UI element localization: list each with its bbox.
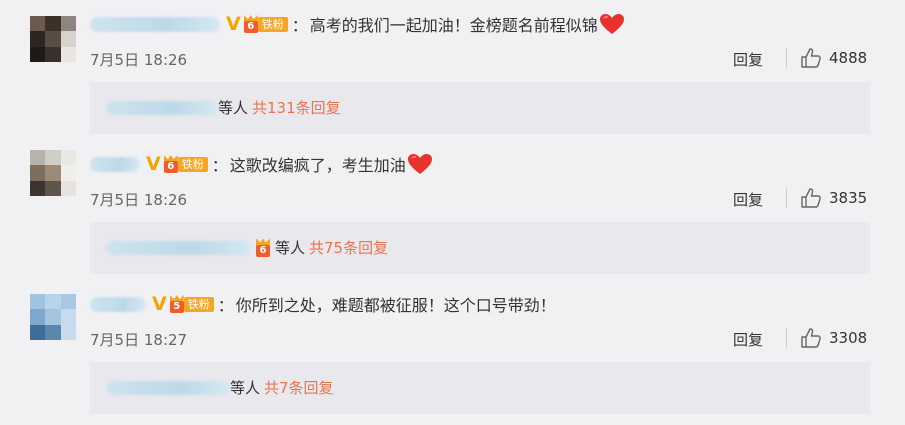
fan-badge[interactable]: 6 铁粉: [243, 15, 288, 33]
more-replies-link[interactable]: 共75条回复: [309, 237, 388, 258]
like-count: 4888: [829, 49, 868, 67]
fan-badge[interactable]: 5 铁粉: [169, 295, 214, 313]
comment-time: 7月5日 18:26: [90, 51, 188, 69]
reply-button[interactable]: 回复: [733, 49, 763, 70]
comment-item: V 6 铁粉 ： 这歌改编疯了，考生加油 7月5日 18:26 回复 3835 …: [0, 140, 905, 280]
more-replies-link[interactable]: 共131条回复: [252, 97, 341, 118]
crown-icon: 6: [163, 155, 179, 173]
reply-suffix: 等人: [218, 99, 249, 117]
heart-icon: [407, 154, 432, 174]
vip-v-icon: V: [226, 13, 241, 35]
divider: [786, 328, 787, 348]
divider: [786, 48, 787, 68]
fan-badge-label: 铁粉: [183, 296, 214, 312]
thumbs-up-icon: [801, 188, 821, 208]
reply-users-blurred: [106, 240, 251, 255]
heart-icon: [599, 14, 624, 34]
comment-text: 你所到之处，难题都被征服！这个口号带劲！: [235, 296, 556, 315]
comment-header: V 5 铁粉 ： 你所到之处，难题都被征服！这个口号带劲！: [90, 292, 556, 316]
fan-badge-label: 铁粉: [257, 16, 288, 32]
avatar[interactable]: [30, 150, 76, 196]
comment-item: V 6 铁粉 ： 高考的我们一起加油！金榜题名前程似锦 7月5日 18:26 回…: [0, 0, 905, 140]
like-count: 3308: [829, 329, 868, 347]
comment-time: 7月5日 18:27: [90, 331, 188, 349]
reply-preview[interactable]: 6 等人 共75条回复: [90, 222, 870, 274]
like-button[interactable]: 4888: [800, 47, 867, 69]
comment-header: V 6 铁粉 ： 这歌改编疯了，考生加油: [90, 152, 433, 176]
divider: [786, 188, 787, 208]
avatar[interactable]: [30, 294, 76, 340]
like-count: 3835: [829, 189, 868, 207]
vip-v-icon: V: [152, 293, 167, 315]
reply-suffix: 等人: [275, 239, 306, 257]
comment-item: V 5 铁粉 ： 你所到之处，难题都被征服！这个口号带劲！ 7月5日 18:27…: [0, 280, 905, 420]
fan-badge-label: 铁粉: [177, 156, 208, 172]
comment-time: 7月5日 18:26: [90, 191, 188, 209]
crown-icon: 5: [169, 295, 185, 313]
username-blurred[interactable]: [90, 156, 140, 172]
comment-text: 这歌改编疯了，考生加油: [229, 156, 406, 175]
fan-badge[interactable]: 6 铁粉: [163, 155, 208, 173]
reply-suffix: 等人: [230, 379, 261, 397]
reply-users-blurred: [106, 100, 218, 115]
reply-users-blurred: [106, 380, 230, 395]
comment-header: V 6 铁粉 ： 高考的我们一起加油！金榜题名前程似锦: [90, 12, 625, 36]
like-button[interactable]: 3835: [800, 187, 867, 209]
like-button[interactable]: 3308: [800, 327, 867, 349]
username-blurred[interactable]: [90, 296, 146, 312]
comment-text: 高考的我们一起加油！金榜题名前程似锦: [309, 16, 598, 35]
avatar[interactable]: [30, 16, 76, 62]
colon: ：: [291, 16, 308, 35]
vip-v-icon: V: [146, 153, 161, 175]
reply-button[interactable]: 回复: [733, 189, 763, 210]
reply-preview[interactable]: 等人 共131条回复: [90, 82, 870, 134]
username-blurred[interactable]: [90, 16, 220, 32]
reply-button[interactable]: 回复: [733, 329, 763, 350]
more-replies-link[interactable]: 共7条回复: [264, 377, 334, 398]
crown-icon: 6: [255, 238, 271, 257]
crown-icon: 6: [243, 15, 259, 33]
colon: ：: [217, 296, 234, 315]
thumbs-up-icon: [801, 48, 821, 68]
reply-preview[interactable]: 等人 共7条回复: [90, 362, 870, 414]
colon: ：: [211, 156, 228, 175]
thumbs-up-icon: [801, 328, 821, 348]
